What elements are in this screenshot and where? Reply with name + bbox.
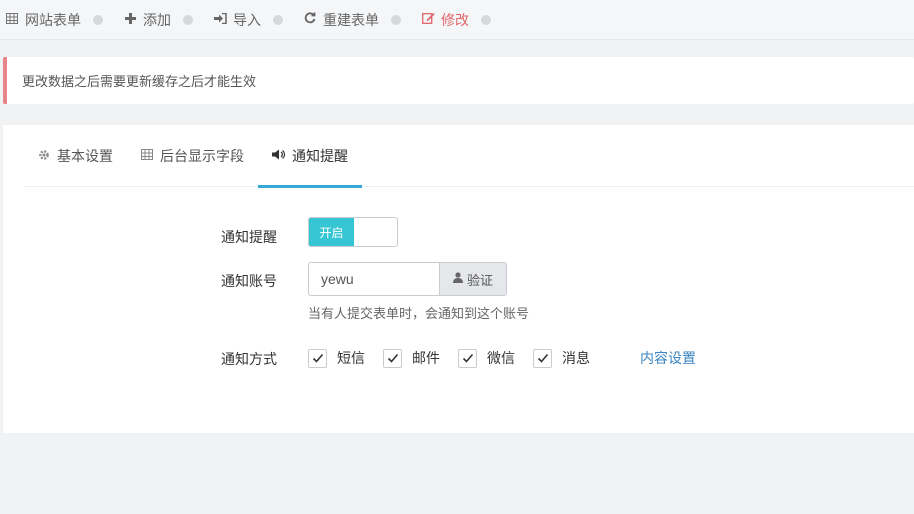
toolbar-add[interactable]: 添加	[123, 10, 171, 30]
checkbox-label: 微信	[487, 351, 515, 367]
toolbar-label: 网站表单	[25, 12, 81, 29]
cache-notice: 更改数据之后需要更新缓存之后才能生效	[3, 57, 914, 104]
table-icon	[5, 12, 19, 27]
verify-label: 验证	[466, 273, 493, 289]
checkbox-box[interactable]	[383, 348, 402, 368]
toolbar-separator-dot	[183, 14, 193, 25]
account-input[interactable]	[308, 262, 440, 296]
checkbox-box[interactable]	[308, 348, 327, 368]
toolbar-separator-dot	[273, 14, 283, 25]
checkbox-label: 邮件	[412, 351, 440, 367]
user-icon	[452, 272, 463, 286]
method-label: 通知方式	[221, 352, 277, 368]
checkbox-email[interactable]: 邮件	[383, 348, 440, 368]
verify-button[interactable]: 验证	[439, 262, 507, 296]
checkbox-label: 短信	[337, 351, 365, 367]
top-toolbar: 网站表单 添加 导入 重建表单 修改	[0, 0, 914, 40]
toolbar-import[interactable]: 导入	[213, 10, 261, 30]
toolbar-forms-list[interactable]: 网站表单	[5, 10, 81, 30]
tab-label: 通知提醒	[292, 149, 348, 165]
toolbar-label: 重建表单	[323, 12, 379, 29]
tab-label: 基本设置	[57, 149, 113, 165]
check-icon	[387, 353, 398, 363]
checkbox-box[interactable]	[533, 348, 552, 368]
toolbar-rebuild[interactable]: 重建表单	[303, 10, 379, 30]
content-settings-link[interactable]: 内容设置	[640, 348, 696, 368]
checkbox-label: 消息	[562, 351, 590, 367]
toolbar-separator-dot	[481, 14, 491, 25]
toolbar-separator-dot	[93, 14, 103, 25]
checkbox-sms[interactable]: 短信	[308, 348, 365, 368]
edit-icon	[421, 12, 435, 27]
account-label: 通知账号	[221, 274, 277, 290]
notify-toggle[interactable]: 开启	[308, 217, 398, 247]
toolbar-edit[interactable]: 修改	[421, 10, 469, 30]
tab-notifications[interactable]: 通知提醒	[258, 125, 362, 188]
toggle-on-state: 开启	[309, 218, 354, 246]
checkbox-message[interactable]: 消息	[533, 348, 590, 368]
checkbox-wechat[interactable]: 微信	[458, 348, 515, 368]
settings-panel: 基本设置 后台显示字段 通知提醒 通知提醒 开启 通知账号 验证 当有人提交表单…	[3, 125, 914, 433]
sign-in-icon	[213, 12, 227, 27]
notice-text: 更改数据之后需要更新缓存之后才能生效	[22, 75, 257, 90]
tab-label: 后台显示字段	[160, 149, 244, 165]
tab-backend-fields[interactable]: 后台显示字段	[127, 125, 258, 187]
plus-icon	[123, 12, 137, 27]
refresh-icon	[303, 12, 317, 27]
volume-icon	[272, 149, 286, 163]
account-help-text: 当有人提交表单时，会通知到这个账号	[308, 307, 530, 322]
checkbox-box[interactable]	[458, 348, 477, 368]
check-icon	[462, 353, 473, 363]
tab-bar: 基本设置 后台显示字段 通知提醒	[24, 125, 914, 188]
toolbar-label: 修改	[441, 12, 469, 29]
table-icon	[141, 149, 153, 163]
toolbar-separator-dot	[391, 14, 401, 25]
check-icon	[537, 353, 548, 363]
check-icon	[312, 353, 323, 363]
tab-basic-settings[interactable]: 基本设置	[24, 125, 127, 187]
toolbar-label: 添加	[143, 12, 171, 29]
method-options: 短信 邮件 微信 消息 内容设置	[308, 347, 696, 369]
notify-label: 通知提醒	[221, 230, 277, 246]
toolbar-label: 导入	[233, 12, 261, 29]
gear-icon	[38, 149, 50, 164]
